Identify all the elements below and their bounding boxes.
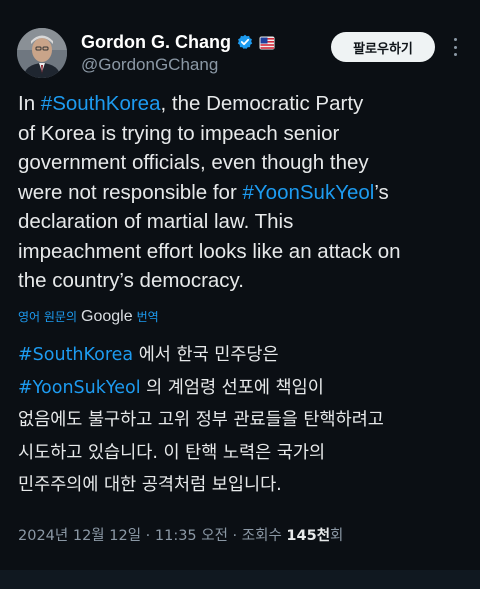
text-segment: 시도하고 있습니다. 이 탄핵 노력은 국가의 (18, 442, 326, 463)
text-segment: 민주주의에 대한 공격처럼 보입니다. (18, 475, 282, 495)
text-segment: impeachment effort looks like an attack … (18, 239, 401, 263)
author-name-row[interactable]: Gordon G. Chang (81, 30, 275, 54)
text-segment: 없음에도 불구하고 고위 정부 관료들을 탄핵하려고 (18, 410, 384, 430)
google-logo-text: Google (81, 308, 133, 325)
views-count[interactable]: 145천 (286, 528, 330, 544)
views-label: 조회수 (241, 528, 287, 544)
text-segment: declaration of martial law. This (18, 210, 294, 233)
author-handle[interactable]: @GordonGChang (81, 55, 218, 75)
text-segment: In (18, 92, 41, 115)
text-segment: 의 계엄령 선포에 책임이 (140, 377, 324, 398)
hashtag-link[interactable]: #SouthKorea (41, 92, 161, 115)
text-segment: government officials, even though they (18, 151, 369, 174)
flag-badge-icon (259, 35, 275, 50)
text-segment: ’s (374, 180, 389, 204)
follow-button[interactable]: 팔로우하기 (331, 32, 435, 62)
bottom-divider (0, 570, 480, 589)
tweet-time[interactable]: 11:35 오전 (155, 528, 228, 544)
tweet-text: In #SouthKorea, the Democratic Party of … (18, 89, 463, 296)
text-segment: the country’s democracy. (18, 269, 244, 292)
author-display-name[interactable]: Gordon G. Chang (81, 32, 231, 53)
tweet-date[interactable]: 2024년 12월 12일 (18, 528, 141, 544)
more-options-icon[interactable] (452, 38, 458, 56)
avatar[interactable] (17, 28, 67, 78)
text-segment: 에서 한국 민주당은 (133, 345, 279, 365)
hashtag-link[interactable]: #SouthKorea (18, 345, 133, 365)
translation-suffix: 번역 (136, 310, 159, 324)
tweet-card: Gordon G. Chang @GordonGChang 팔로우하기 In #… (0, 0, 480, 570)
hashtag-link[interactable]: #YoonSukYeol (242, 181, 374, 204)
text-segment: were not responsible for (18, 180, 243, 204)
translated-tweet-text: #SouthKorea 에서 한국 민주당은 #YoonSukYeol 의 계엄… (18, 339, 468, 502)
verified-badge-icon (237, 34, 253, 50)
hashtag-link[interactable]: #YoonSukYeol (18, 378, 141, 398)
text-segment: of Korea is trying to impeach senior (18, 121, 340, 145)
meta-separator: · (141, 528, 155, 544)
translation-attribution[interactable]: 영어 원문의 Google 번역 (18, 308, 159, 326)
meta-separator: · (227, 528, 242, 544)
views-suffix: 회 (330, 528, 344, 544)
tweet-metadata: 2024년 12월 12일 · 11:35 오전 · 조회수 145천회 (18, 524, 343, 545)
text-segment: , the Democratic Party (160, 92, 364, 115)
avatar-photo (17, 28, 67, 78)
translation-prefix: 영어 원문의 (18, 310, 78, 324)
